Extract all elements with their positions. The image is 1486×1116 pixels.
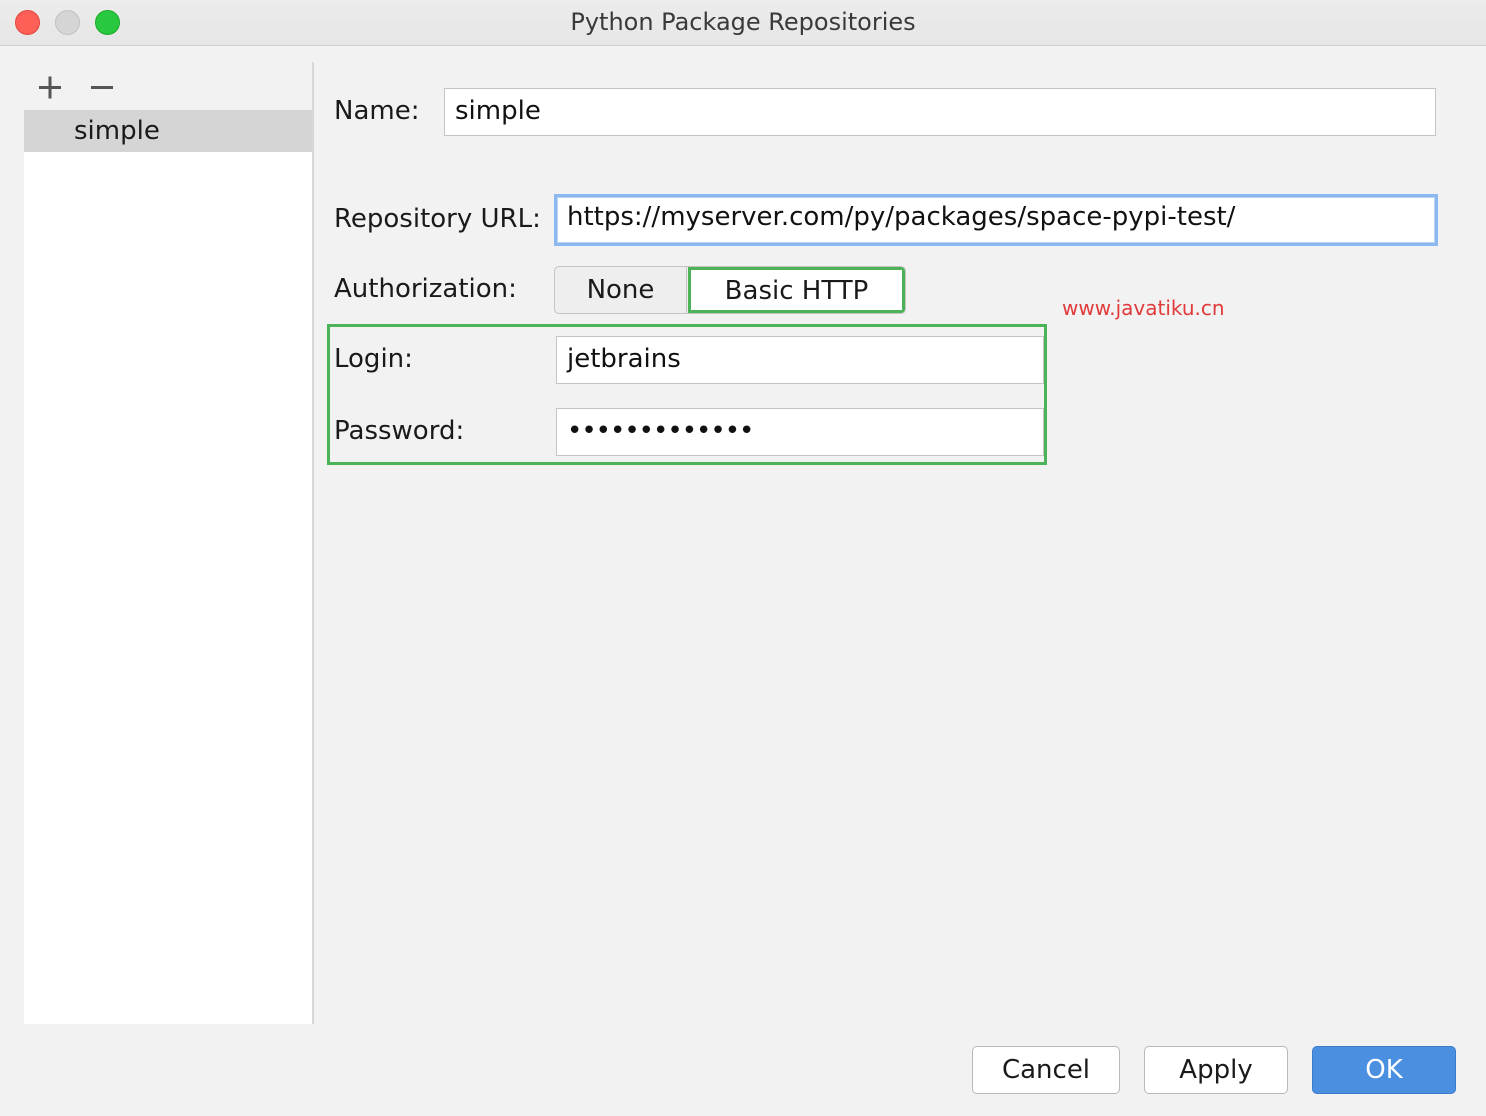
- dialog-window: Python Package Repositories simple Name:…: [0, 0, 1486, 1116]
- auth-option-none[interactable]: None: [555, 267, 687, 313]
- remove-repository-button[interactable]: [82, 70, 122, 104]
- repository-sidebar: simple: [24, 62, 314, 1024]
- repository-url-label: Repository URL:: [334, 204, 541, 234]
- apply-button[interactable]: Apply: [1144, 1046, 1288, 1094]
- login-field[interactable]: jetbrains: [556, 336, 1044, 384]
- authorization-label: Authorization:: [334, 274, 517, 304]
- auth-option-basic-http[interactable]: Basic HTTP: [688, 267, 905, 313]
- login-label: Login:: [334, 344, 413, 374]
- ok-button[interactable]: OK: [1312, 1046, 1456, 1094]
- repository-list: simple: [24, 110, 314, 1024]
- password-label: Password:: [334, 416, 465, 446]
- plus-icon: [39, 76, 61, 99]
- title-bar: Python Package Repositories: [0, 0, 1486, 46]
- add-repository-button[interactable]: [30, 70, 70, 104]
- name-field[interactable]: simple: [444, 88, 1436, 136]
- password-field[interactable]: •••••••••••••: [556, 408, 1044, 456]
- repository-url-field[interactable]: https://myserver.com/py/packages/space-p…: [554, 194, 1438, 246]
- cancel-button[interactable]: Cancel: [972, 1046, 1120, 1094]
- authorization-segmented-control: None Basic HTTP: [554, 266, 906, 314]
- repository-list-item[interactable]: simple: [24, 110, 314, 152]
- panel-divider: [312, 62, 314, 1024]
- watermark-text: www.javatiku.cn: [1062, 296, 1225, 320]
- minus-icon: [91, 86, 113, 89]
- name-label: Name:: [334, 96, 420, 126]
- window-title: Python Package Repositories: [570, 8, 916, 36]
